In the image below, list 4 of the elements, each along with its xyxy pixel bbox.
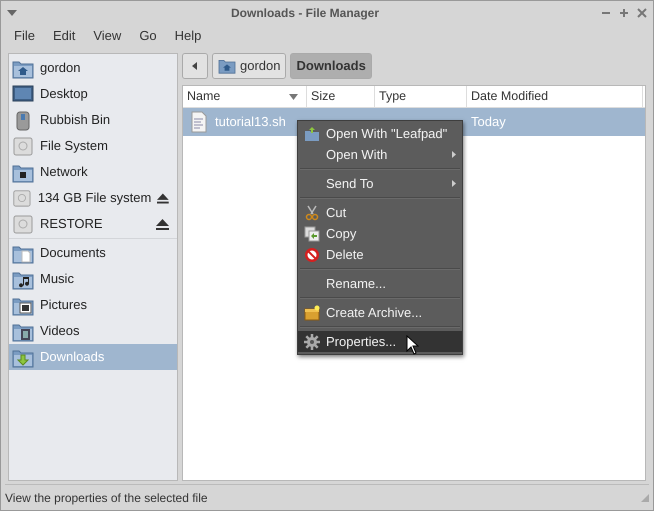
window-title: Downloads - File Manager [230,4,380,22]
date-modified: Today [471,114,506,130]
status-text: View the properties of the selected file [5,490,209,506]
file-name: tutorial13.sh [215,113,286,132]
